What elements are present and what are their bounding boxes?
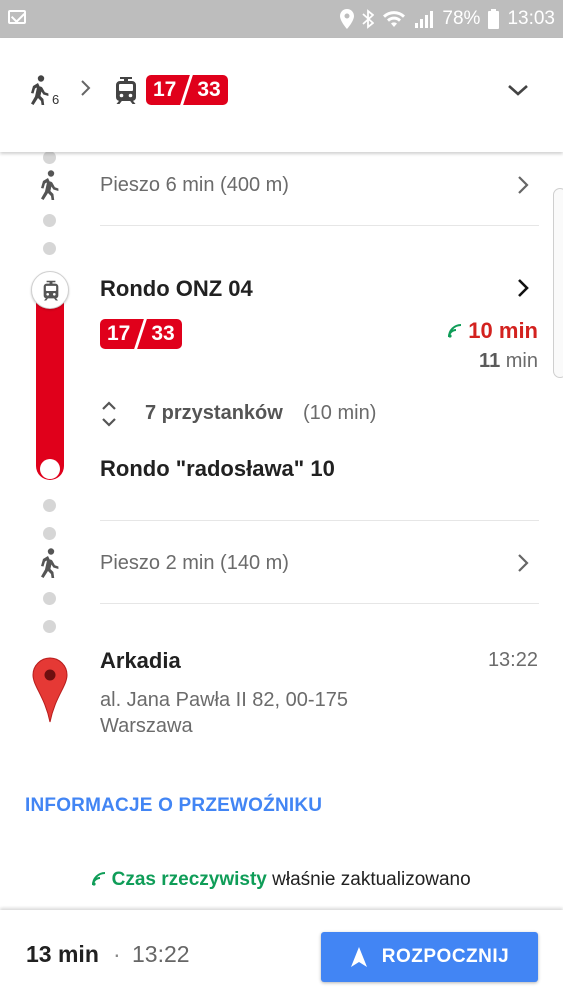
expand-icon[interactable]: [100, 399, 118, 429]
destination-city: Warszawa: [100, 715, 193, 737]
realtime-signal-icon: [448, 324, 462, 338]
scheduled-number: 11: [479, 350, 501, 372]
timeline-dot: [43, 499, 56, 512]
realtime-departure: 10 min: [448, 318, 538, 344]
line-number: 33: [197, 78, 221, 101]
location-icon: [340, 9, 355, 29]
carrier-info-link[interactable]: INFORMACJE O PRZEWOŹNIKU: [25, 795, 322, 817]
walk-icon: [31, 75, 49, 105]
destination-name: Arkadia: [100, 648, 181, 673]
walk-step-label: Pieszo 2 min (140 m): [100, 552, 289, 574]
destination-address: al. Jana Pawła II 82, 00-175: [100, 689, 348, 711]
tram-icon: [115, 77, 137, 104]
scrollbar[interactable]: [553, 188, 563, 378]
chevron-right-icon[interactable]: [516, 277, 530, 299]
divider: [100, 520, 539, 521]
timeline-dot: [43, 592, 56, 605]
walk-icon: [41, 170, 59, 200]
trip-arrival-time: 13:22: [132, 941, 190, 967]
line-badge: 17 33: [146, 75, 228, 105]
start-navigation-button[interactable]: ROZPOCZNIJ: [321, 932, 538, 982]
chevron-right-icon[interactable]: [516, 174, 530, 196]
walk-step-label: Pieszo 6 min (400 m): [100, 174, 289, 196]
timeline-dot: [43, 214, 56, 227]
timeline-dot: [43, 620, 56, 633]
stops-duration: (10 min): [303, 402, 377, 424]
divider: [100, 225, 539, 226]
line-badge: 17 33: [100, 319, 182, 349]
tram-stop-marker: [31, 271, 69, 309]
timeline-dot: [43, 151, 56, 164]
start-button-label: ROZPOCZNIJ: [381, 946, 510, 967]
alight-stop-marker: [40, 459, 60, 479]
walk-minutes: 6: [52, 92, 60, 107]
alight-stop-name: Rondo "radosława" 10: [100, 456, 335, 481]
stops-count: 7 przystanków: [145, 402, 283, 424]
mail-notification-icon: [8, 10, 26, 24]
tram-icon: [43, 280, 59, 301]
walk-icon: [41, 548, 59, 578]
tram-route-line: [36, 290, 64, 480]
wifi-icon: [383, 11, 406, 27]
navigation-arrow-icon: [350, 947, 367, 967]
chevron-right-icon[interactable]: [516, 552, 530, 574]
board-stop-name: Rondo ONZ 04: [100, 276, 253, 301]
timeline-dot: [43, 242, 56, 255]
chevron-right-icon: [81, 80, 91, 96]
status-bar: 78% 13:03: [0, 0, 563, 38]
route-summary-header[interactable]: 6 17 33: [0, 38, 563, 152]
arrival-time: 13:22: [487, 649, 538, 671]
status-icons: 78% 13:03: [340, 0, 555, 38]
chevron-down-icon[interactable]: [505, 82, 531, 98]
realtime-label: Czas rzeczywisty: [111, 869, 267, 890]
separator-dot: ·: [113, 941, 121, 967]
trip-duration: 13 min: [26, 941, 99, 967]
bottom-bar: 13 min · 13:22 ROZPOCZNIJ: [0, 910, 563, 1000]
realtime-updated-text: właśnie zaktualizowano: [272, 869, 471, 890]
scheduled-unit: min: [505, 350, 538, 372]
realtime-duration: 10 min: [468, 318, 538, 343]
clock: 13:03: [507, 8, 555, 29]
line-number: 17: [107, 322, 131, 345]
scheduled-duration: 11 min: [479, 350, 538, 373]
line-number: 17: [153, 78, 177, 101]
destination-pin-icon: [32, 657, 68, 723]
battery-icon: [488, 9, 500, 29]
line-number: 33: [151, 322, 175, 345]
bluetooth-icon: [362, 9, 375, 29]
realtime-signal-icon: [92, 872, 106, 886]
signal-icon: [415, 11, 434, 28]
divider: [100, 603, 539, 604]
realtime-status: Czas rzeczywisty właśnie zaktualizowano: [0, 869, 563, 891]
timeline-dot: [43, 527, 56, 540]
battery-percent: 78%: [442, 8, 481, 29]
